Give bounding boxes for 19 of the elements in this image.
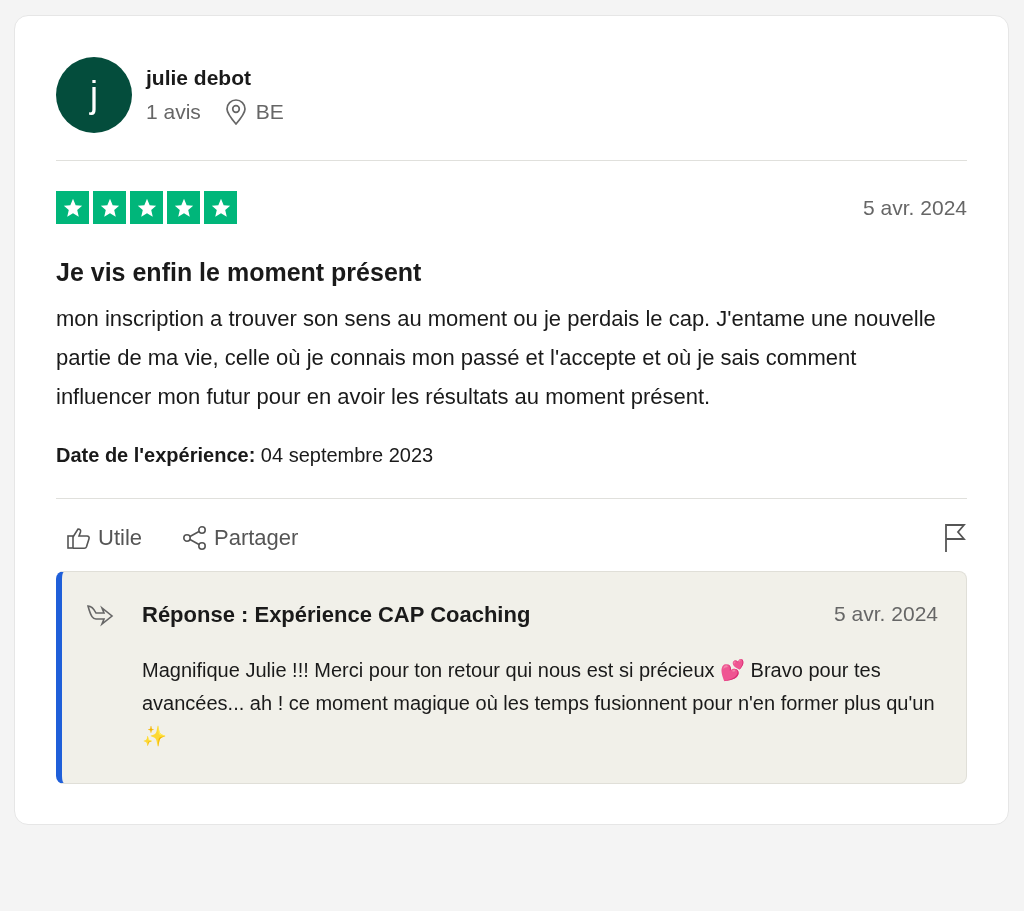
- useful-button[interactable]: Utile: [56, 521, 152, 555]
- report-button[interactable]: [943, 523, 967, 553]
- reply-arrow-icon: [86, 603, 114, 627]
- share-icon: [182, 525, 208, 551]
- avatar: j: [56, 57, 132, 133]
- reply-title: Réponse : Expérience CAP Coaching: [142, 602, 532, 628]
- review-text: mon inscription a trouver son sens au moment ou je perdais le cap. J'entame une nouvelle partie de ma vie, celle où je connais mon passé et l'accepte et où je sais comment influencer mon futur pour en avoir les résultats au moment présent.: [56, 305, 937, 411]
- share-button[interactable]: Partager: [172, 521, 309, 555]
- thumbs-up-icon: [66, 526, 92, 550]
- flag-icon: [943, 523, 967, 553]
- review-title: Je vis enfin le moment présent: [56, 258, 423, 287]
- review-date: 5 avr. 2024: [863, 195, 967, 220]
- country: BE: [255, 99, 284, 124]
- experience-date: Date de l'expérience: 04 septembre 2023: [56, 444, 435, 467]
- review-count: 1 avis: [146, 99, 201, 124]
- reply-text: Magnifique Julie !!! Merci pour ton retour qui nous est si précieux 💕 Bravo pour tes avancées... ah ! ce moment magique où les temps fusionnent pour n'en former plus qu'un ✨: [142, 658, 936, 749]
- reviewer-name: julie debot: [146, 65, 252, 90]
- location-pin-icon: [224, 98, 247, 125]
- reply-date: 5 avr. 2024: [834, 602, 938, 627]
